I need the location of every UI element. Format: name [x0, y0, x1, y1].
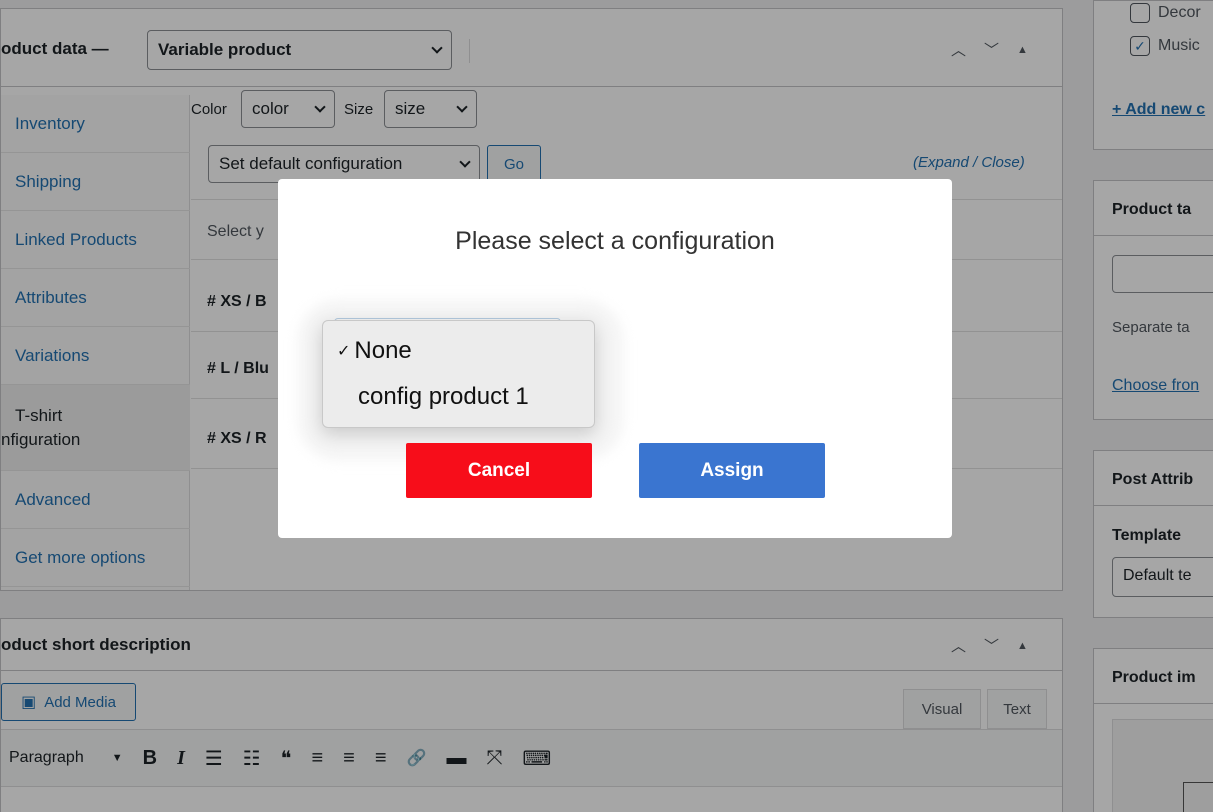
cancel-button[interactable]: Cancel [406, 443, 592, 498]
configuration-modal: Please select a configuration ✓ None con… [278, 179, 952, 538]
checkmark-icon: ✓ [337, 343, 351, 360]
option-label: None [354, 337, 412, 364]
assign-button[interactable]: Assign [639, 443, 825, 498]
dropdown-option-none[interactable]: ✓ None [337, 337, 412, 365]
modal-title: Please select a configuration [455, 227, 775, 255]
configuration-dropdown: ✓ None config product 1 [322, 320, 595, 428]
dropdown-option-config-product-1[interactable]: config product 1 [358, 383, 529, 411]
option-label: config product 1 [358, 383, 529, 410]
